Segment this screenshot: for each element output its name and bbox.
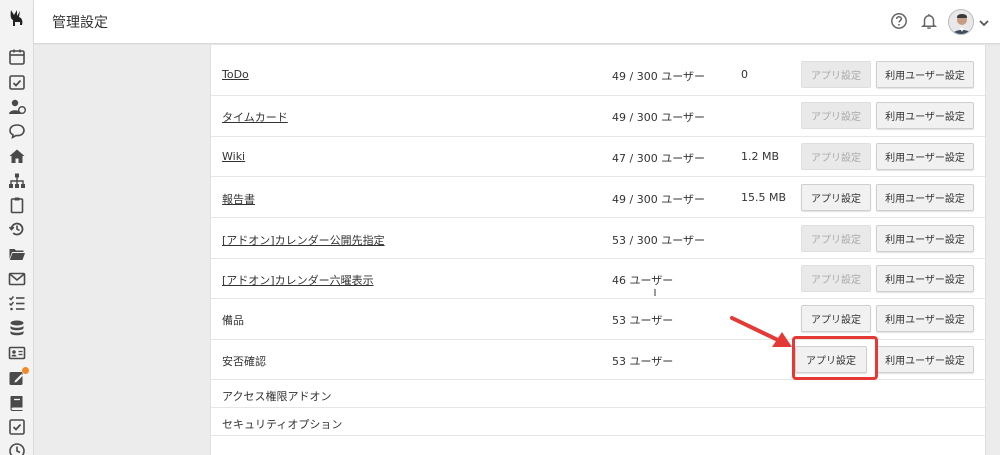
top-header: 管理設定	[34, 0, 1000, 44]
user-count: 53 ユーザー	[612, 355, 674, 368]
page-title: 管理設定	[52, 15, 108, 31]
user-count: 53 ユーザー	[612, 314, 674, 327]
book-icon[interactable]	[8, 394, 26, 412]
app-settings-panel: ToDo 49 / 300 ユーザー 0 アプリ設定 利用ユーザー設定 タイムカ…	[210, 45, 986, 455]
home-icon[interactable]	[8, 147, 26, 165]
app-name-link[interactable]: ToDo	[222, 68, 249, 81]
option-name: アクセス権限アドオン	[222, 390, 332, 403]
app-name-link[interactable]: 報告書	[222, 191, 255, 207]
avatar[interactable]	[948, 9, 974, 35]
user-settings-button[interactable]: 利用ユーザー設定	[876, 225, 974, 252]
notification-dot	[22, 367, 29, 374]
checkbox-icon[interactable]	[8, 418, 26, 436]
table-row: タイムカード 49 / 300 ユーザー アプリ設定 利用ユーザー設定	[211, 96, 985, 137]
history-icon[interactable]	[8, 220, 26, 238]
table-row: [アドオン]カレンダー六曜表示 46 ユーザー アプリ設定 利用ユーザー設定	[211, 259, 985, 299]
app-name-link[interactable]: [アドオン]カレンダー公開先指定	[222, 232, 385, 248]
app-settings-button[interactable]: アプリ設定	[801, 61, 871, 88]
app-name-link[interactable]: [アドオン]カレンダー六曜表示	[222, 272, 374, 288]
highlight-box	[792, 336, 878, 380]
id-card-icon[interactable]	[8, 344, 26, 362]
checklist-icon[interactable]	[8, 294, 26, 312]
user-settings-button[interactable]: 利用ユーザー設定	[876, 143, 974, 170]
app-name-link[interactable]: Wiki	[222, 150, 245, 163]
help-icon[interactable]	[890, 12, 908, 30]
app-name-link[interactable]: タイムカード	[222, 109, 288, 125]
bell-icon[interactable]	[920, 12, 938, 30]
clock-icon[interactable]	[8, 442, 26, 455]
user-settings-button[interactable]: 利用ユーザー設定	[876, 265, 974, 292]
app-name: 安否確認	[222, 355, 266, 368]
scroll-indicator	[654, 289, 656, 296]
user-count: 53 / 300 ユーザー	[612, 234, 705, 247]
app-rail	[0, 0, 34, 455]
user-count: 49 / 300 ユーザー	[612, 193, 705, 206]
list-item: セキュリティオプション	[211, 408, 985, 436]
storage-size: 1.2 MB	[741, 150, 780, 163]
mail-icon[interactable]	[8, 270, 26, 288]
table-row: ToDo 49 / 300 ユーザー 0 アプリ設定 利用ユーザー設定	[211, 55, 985, 96]
annotation-arrow-icon	[730, 316, 792, 347]
table-row: 備品 53 ユーザー アプリ設定 利用ユーザー設定	[211, 299, 985, 340]
chat-bubble-icon[interactable]	[8, 122, 26, 140]
storage-size: 0	[741, 68, 748, 81]
app-settings-button[interactable]: アプリ設定	[801, 305, 871, 332]
user-settings-button[interactable]: 利用ユーザー設定	[876, 102, 974, 129]
logo-icon[interactable]	[8, 8, 26, 28]
user-settings-button[interactable]: 利用ユーザー設定	[876, 346, 974, 373]
storage-size: 15.5 MB	[741, 191, 787, 204]
user-count: 49 / 300 ユーザー	[612, 70, 705, 83]
user-settings-button[interactable]: 利用ユーザー設定	[876, 184, 974, 211]
app-settings-button[interactable]: アプリ設定	[801, 102, 871, 129]
table-row: Wiki 47 / 300 ユーザー 1.2 MB アプリ設定 利用ユーザー設定	[211, 137, 985, 177]
table-row: [アドオン]カレンダー公開先指定 53 / 300 ユーザー アプリ設定 利用ユ…	[211, 218, 985, 259]
chevron-down-icon[interactable]	[978, 14, 990, 27]
user-settings-button[interactable]: 利用ユーザー設定	[876, 61, 974, 88]
app-settings-button[interactable]: アプリ設定	[801, 184, 871, 211]
org-chart-icon[interactable]	[8, 172, 26, 190]
app-name: 備品	[222, 314, 244, 327]
app-settings-button[interactable]: アプリ設定	[801, 225, 871, 252]
user-count: 49 / 300 ユーザー	[612, 111, 705, 124]
database-icon[interactable]	[8, 319, 26, 337]
secondary-sidebar	[34, 45, 210, 455]
clipboard-icon[interactable]	[8, 196, 26, 214]
option-name: セキュリティオプション	[222, 418, 343, 431]
table-row: 報告書 49 / 300 ユーザー 15.5 MB アプリ設定 利用ユーザー設定	[211, 177, 985, 218]
list-item: アクセス権限アドオン	[211, 380, 985, 408]
user-count: 47 / 300 ユーザー	[612, 152, 705, 165]
folder-icon[interactable]	[8, 245, 26, 263]
app-settings-button[interactable]: アプリ設定	[801, 143, 871, 170]
task-check-icon[interactable]	[8, 73, 26, 91]
app-settings-button[interactable]: アプリ設定	[801, 265, 871, 292]
user-settings-button[interactable]: 利用ユーザー設定	[876, 305, 974, 332]
calendar-icon[interactable]	[8, 48, 26, 66]
user-clock-icon[interactable]	[8, 98, 26, 116]
user-count: 46 ユーザー	[612, 274, 674, 287]
